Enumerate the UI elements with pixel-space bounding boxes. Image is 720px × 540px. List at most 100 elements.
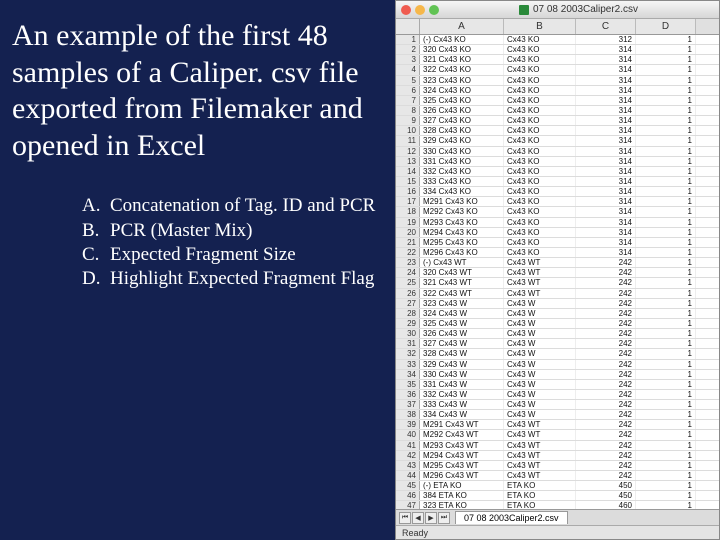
table-row[interactable]: 45(-) ETA KOETA KO4501 xyxy=(396,481,719,491)
cell[interactable]: 1 xyxy=(636,248,696,257)
cell[interactable]: Cx43 KO xyxy=(504,238,576,247)
table-row[interactable]: 43M295 Cx43 WTCx43 WT2421 xyxy=(396,461,719,471)
cell[interactable]: 242 xyxy=(576,289,636,298)
cell[interactable]: 242 xyxy=(576,430,636,439)
cell[interactable]: 1 xyxy=(636,309,696,318)
cell[interactable]: 1 xyxy=(636,126,696,135)
row-number[interactable]: 42 xyxy=(396,451,420,460)
row-number[interactable]: 44 xyxy=(396,471,420,480)
table-row[interactable]: 2320 Cx43 KOCx43 KO3141 xyxy=(396,45,719,55)
cell[interactable]: Cx43 W xyxy=(504,309,576,318)
cell[interactable]: 332 Cx43 W xyxy=(420,390,504,399)
cell[interactable]: 242 xyxy=(576,390,636,399)
table-row[interactable]: 40M292 Cx43 WTCx43 WT2421 xyxy=(396,430,719,440)
cell[interactable]: 1 xyxy=(636,319,696,328)
cell[interactable]: 314 xyxy=(576,136,636,145)
table-row[interactable]: 11329 Cx43 KOCx43 KO3141 xyxy=(396,136,719,146)
row-number[interactable]: 3 xyxy=(396,55,420,64)
cell[interactable]: ETA KO xyxy=(504,501,576,509)
cell[interactable]: 334 Cx43 KO xyxy=(420,187,504,196)
cell[interactable]: 333 Cx43 KO xyxy=(420,177,504,186)
table-row[interactable]: 29325 Cx43 WCx43 W2421 xyxy=(396,319,719,329)
cell[interactable]: 323 Cx43 W xyxy=(420,299,504,308)
table-row[interactable]: 28324 Cx43 WCx43 W2421 xyxy=(396,309,719,319)
table-row[interactable]: 3321 Cx43 KOCx43 KO3141 xyxy=(396,55,719,65)
row-number[interactable]: 15 xyxy=(396,177,420,186)
row-number[interactable]: 26 xyxy=(396,289,420,298)
cell[interactable]: 1 xyxy=(636,167,696,176)
cell[interactable]: Cx43 WT xyxy=(504,461,576,470)
first-sheet-button[interactable]: ⏮ xyxy=(399,512,411,524)
row-number[interactable]: 16 xyxy=(396,187,420,196)
cell[interactable]: 1 xyxy=(636,96,696,105)
cell[interactable]: 314 xyxy=(576,218,636,227)
cell[interactable]: 242 xyxy=(576,258,636,267)
cell[interactable]: 328 Cx43 KO xyxy=(420,126,504,135)
cell[interactable]: 1 xyxy=(636,410,696,419)
row-number[interactable]: 43 xyxy=(396,461,420,470)
cell[interactable]: 242 xyxy=(576,339,636,348)
table-row[interactable]: 1(-) Cx43 KOCx43 KO3121 xyxy=(396,35,719,45)
table-row[interactable]: 33329 Cx43 WCx43 W2421 xyxy=(396,360,719,370)
cell[interactable]: 242 xyxy=(576,461,636,470)
zoom-icon[interactable] xyxy=(429,5,439,15)
row-number[interactable]: 19 xyxy=(396,218,420,227)
cell[interactable]: M294 Cx43 KO xyxy=(420,228,504,237)
cell[interactable]: 1 xyxy=(636,471,696,480)
cell[interactable]: 314 xyxy=(576,96,636,105)
row-number[interactable]: 30 xyxy=(396,329,420,338)
cell[interactable]: Cx43 KO xyxy=(504,197,576,206)
cell[interactable]: 314 xyxy=(576,238,636,247)
row-number[interactable]: 35 xyxy=(396,380,420,389)
select-all-corner[interactable] xyxy=(396,19,420,34)
cell[interactable]: 1 xyxy=(636,55,696,64)
cell[interactable]: 322 Cx43 WT xyxy=(420,289,504,298)
row-number[interactable]: 38 xyxy=(396,410,420,419)
cell[interactable]: 312 xyxy=(576,35,636,44)
cell[interactable]: 314 xyxy=(576,45,636,54)
row-number[interactable]: 31 xyxy=(396,339,420,348)
cell[interactable]: 314 xyxy=(576,55,636,64)
cell[interactable]: Cx43 W xyxy=(504,380,576,389)
cell[interactable]: Cx43 W xyxy=(504,339,576,348)
cell[interactable]: 314 xyxy=(576,207,636,216)
row-number[interactable]: 46 xyxy=(396,491,420,500)
sheet-tab[interactable]: 07 08 2003Caliper2.csv xyxy=(455,511,568,524)
cell[interactable]: 1 xyxy=(636,420,696,429)
row-number[interactable]: 5 xyxy=(396,76,420,85)
cell[interactable]: 1 xyxy=(636,461,696,470)
row-number[interactable]: 47 xyxy=(396,501,420,509)
cell[interactable]: Cx43 WT xyxy=(504,420,576,429)
table-row[interactable]: 30326 Cx43 WCx43 W2421 xyxy=(396,329,719,339)
cell[interactable]: 1 xyxy=(636,157,696,166)
cell[interactable]: 1 xyxy=(636,349,696,358)
row-number[interactable]: 21 xyxy=(396,238,420,247)
cell[interactable]: Cx43 KO xyxy=(504,55,576,64)
cell[interactable]: M292 Cx43 WT xyxy=(420,430,504,439)
cell[interactable]: M293 Cx43 KO xyxy=(420,218,504,227)
cell[interactable]: 1 xyxy=(636,278,696,287)
next-sheet-button[interactable]: ▶ xyxy=(425,512,437,524)
row-number[interactable]: 20 xyxy=(396,228,420,237)
table-row[interactable]: 26322 Cx43 WTCx43 WT2421 xyxy=(396,289,719,299)
cell[interactable]: Cx43 WT xyxy=(504,278,576,287)
cell[interactable]: 314 xyxy=(576,187,636,196)
row-number[interactable]: 27 xyxy=(396,299,420,308)
cell[interactable]: Cx43 W xyxy=(504,349,576,358)
cell[interactable]: 384 ETA KO xyxy=(420,491,504,500)
cell[interactable]: 329 Cx43 W xyxy=(420,360,504,369)
cell[interactable]: (-) Cx43 KO xyxy=(420,35,504,44)
cell[interactable]: Cx43 KO xyxy=(504,136,576,145)
row-number[interactable]: 36 xyxy=(396,390,420,399)
table-row[interactable]: 37333 Cx43 WCx43 W2421 xyxy=(396,400,719,410)
table-row[interactable]: 6324 Cx43 KOCx43 KO3141 xyxy=(396,86,719,96)
cell[interactable]: 314 xyxy=(576,106,636,115)
row-number[interactable]: 9 xyxy=(396,116,420,125)
cell[interactable]: 330 Cx43 W xyxy=(420,370,504,379)
cell[interactable]: 242 xyxy=(576,370,636,379)
cell[interactable]: M296 Cx43 KO xyxy=(420,248,504,257)
cell[interactable]: 1 xyxy=(636,106,696,115)
cell[interactable]: 242 xyxy=(576,278,636,287)
cell[interactable]: M291 Cx43 KO xyxy=(420,197,504,206)
row-number[interactable]: 41 xyxy=(396,441,420,450)
